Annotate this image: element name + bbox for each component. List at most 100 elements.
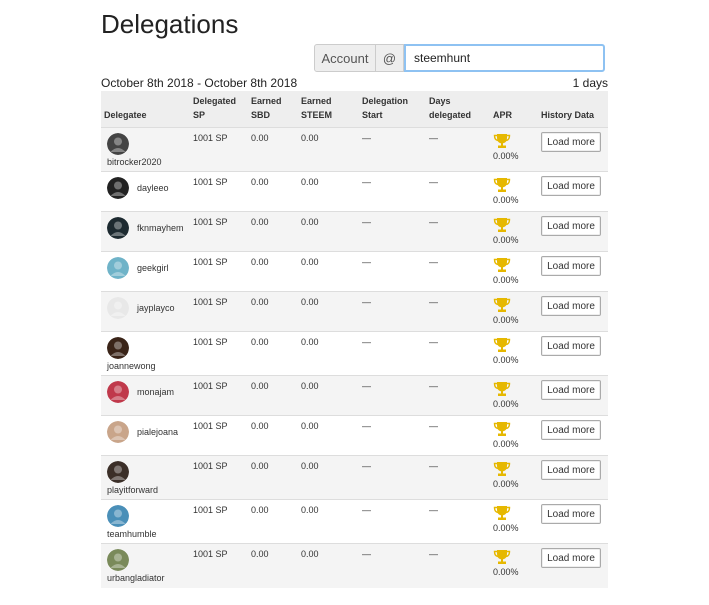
delegatee: fknmayhem — [104, 217, 187, 239]
table-row: bitrocker2020 1001 SP 0.00 0.00 — — 0.00… — [101, 127, 608, 172]
earned-steem-cell: 0.00 — [298, 499, 359, 544]
delegatee-name[interactable]: teamhumble — [107, 529, 157, 539]
apr-cell: 0.00% — [490, 171, 538, 212]
apr-cell: 0.00% — [490, 375, 538, 416]
col-delegation-start-line1: Delegation — [362, 96, 409, 106]
earned-steem-cell: 0.00 — [298, 127, 359, 172]
col-earned-steem: Earned STEEM — [298, 91, 359, 128]
delegatee-name[interactable]: bitrocker2020 — [107, 157, 162, 167]
load-more-button[interactable]: Load more — [541, 548, 601, 568]
trophy-icon — [493, 258, 511, 272]
trophy-icon — [493, 218, 511, 232]
delegations-table: Delegatee Delegated SP Earned SBD Earned ST… — [101, 91, 608, 588]
delegated-sp-cell: 1001 SP — [190, 331, 248, 376]
apr-cell: 0.00% — [490, 455, 538, 500]
delegatee-name[interactable]: urbangladiator — [107, 573, 165, 583]
delegation-start-cell: — — [359, 251, 426, 292]
days-delegated-cell: — — [426, 543, 490, 588]
apr-value: 0.00% — [493, 479, 519, 489]
delegatee-cell: bitrocker2020 — [101, 127, 190, 172]
delegatee-name[interactable]: joannewong — [107, 361, 156, 371]
earned-steem-cell: 0.00 — [298, 251, 359, 292]
delegatee-cell: playitforward — [101, 455, 190, 500]
avatar — [107, 421, 129, 443]
load-more-button[interactable]: Load more — [541, 216, 601, 236]
earned-steem-cell: 0.00 — [298, 415, 359, 456]
delegatee-name[interactable]: geekgirl — [137, 263, 169, 273]
table-row: geekgirl 1001 SP 0.00 0.00 — — 0.00% Loa… — [101, 251, 608, 292]
date-range: October 8th 2018 - October 8th 2018 — [101, 76, 298, 90]
earned-sbd-cell: 0.00 — [248, 499, 298, 544]
history-cell: Load more — [538, 455, 608, 500]
delegated-sp-cell: 1001 SP — [190, 455, 248, 500]
days-delegated-cell: — — [426, 331, 490, 376]
load-more-button[interactable]: Load more — [541, 176, 601, 196]
delegatee-name[interactable]: pialejoana — [137, 427, 178, 437]
history-cell: Load more — [538, 331, 608, 376]
apr-value: 0.00% — [493, 151, 519, 161]
col-earned-steem-line2: STEEM — [301, 110, 333, 120]
table-header-row: Delegatee Delegated SP Earned SBD Earned ST… — [101, 91, 608, 128]
table-row: teamhumble 1001 SP 0.00 0.00 — — 0.00% L… — [101, 499, 608, 544]
load-more-button[interactable]: Load more — [541, 296, 601, 316]
avatar — [107, 217, 129, 239]
delegatee-name[interactable]: playitforward — [107, 485, 158, 495]
load-more-button[interactable]: Load more — [541, 460, 601, 480]
load-more-button[interactable]: Load more — [541, 336, 601, 356]
table-row: pialejoana 1001 SP 0.00 0.00 — — 0.00% L… — [101, 415, 608, 456]
history-cell: Load more — [538, 291, 608, 332]
col-earned-sbd-line1: Earned — [251, 96, 282, 106]
delegatee: playitforward — [104, 461, 187, 495]
load-more-button[interactable]: Load more — [541, 256, 601, 276]
load-more-button[interactable]: Load more — [541, 504, 601, 524]
account-search: Account @ — [314, 44, 605, 72]
days-count: 1 days — [572, 76, 608, 90]
load-more-button[interactable]: Load more — [541, 420, 601, 440]
page-title: Delegations — [101, 9, 239, 39]
at-symbol-label: @ — [376, 44, 404, 72]
col-earned-steem-line1: Earned — [301, 96, 332, 106]
trophy-icon — [493, 298, 511, 312]
delegation-start-cell: — — [359, 171, 426, 212]
avatar — [107, 337, 129, 359]
earned-steem-cell: 0.00 — [298, 455, 359, 500]
col-apr-label: APR — [493, 110, 513, 120]
earned-steem-cell: 0.00 — [298, 543, 359, 588]
col-delegated-sp-line2: SP — [193, 110, 206, 120]
delegation-start-cell: — — [359, 291, 426, 332]
account-label: Account — [314, 44, 376, 72]
delegatee: urbangladiator — [104, 549, 187, 583]
delegatee-name[interactable]: dayleeo — [137, 183, 169, 193]
days-delegated-cell: — — [426, 291, 490, 332]
table-row: urbangladiator 1001 SP 0.00 0.00 — — 0.0… — [101, 543, 608, 588]
days-delegated-cell: — — [426, 455, 490, 500]
apr-value: 0.00% — [493, 567, 519, 577]
trophy-icon — [493, 506, 511, 520]
days-delegated-cell: — — [426, 251, 490, 292]
table-row: joannewong 1001 SP 0.00 0.00 — — 0.00% L… — [101, 331, 608, 376]
earned-sbd-cell: 0.00 — [248, 331, 298, 376]
delegatee-name[interactable]: fknmayhem — [137, 223, 184, 233]
delegated-sp-cell: 1001 SP — [190, 251, 248, 292]
account-input[interactable] — [404, 44, 605, 72]
delegatee: bitrocker2020 — [104, 133, 187, 167]
apr-value: 0.00% — [493, 315, 519, 325]
delegatee-cell: monajam — [101, 375, 190, 416]
delegatee-cell: dayleeo — [101, 171, 190, 212]
col-delegated-sp-line1: Delegated — [193, 96, 237, 106]
delegation-start-cell: — — [359, 331, 426, 376]
earned-sbd-cell: 0.00 — [248, 375, 298, 416]
load-more-button[interactable]: Load more — [541, 380, 601, 400]
delegated-sp-cell: 1001 SP — [190, 375, 248, 416]
delegatee-name[interactable]: monajam — [137, 387, 174, 397]
delegation-start-cell: — — [359, 455, 426, 500]
delegation-start-cell: — — [359, 211, 426, 252]
earned-steem-cell: 0.00 — [298, 211, 359, 252]
delegatee-name[interactable]: jayplayco — [137, 303, 175, 313]
delegated-sp-cell: 1001 SP — [190, 415, 248, 456]
delegatee-cell: geekgirl — [101, 251, 190, 292]
delegatee-cell: jayplayco — [101, 291, 190, 332]
apr-value: 0.00% — [493, 355, 519, 365]
load-more-button[interactable]: Load more — [541, 132, 601, 152]
col-history-label: History Data — [541, 110, 595, 120]
